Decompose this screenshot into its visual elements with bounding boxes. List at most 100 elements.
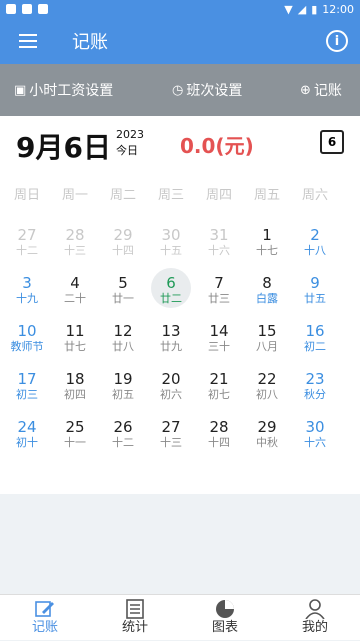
hourly-wage-settings-button[interactable]: ▣ 小时工资设置 [14, 80, 113, 100]
date-summary: 9月6日 2023 今日 0.0(元) 6 [0, 116, 360, 174]
lunar-date: 初四 [64, 388, 86, 401]
file-notification-icon [22, 4, 32, 14]
calendar-day[interactable]: 3 十九 [3, 268, 51, 314]
day-number: 30 [305, 418, 325, 436]
signal-icon: ◢ [297, 2, 307, 16]
day-number: 20 [161, 370, 181, 388]
lunar-date: 廿二 [160, 292, 182, 305]
clock-icon: ◷ [172, 82, 184, 98]
day-number: 27 [17, 226, 37, 244]
lunar-date: 廿七 [64, 340, 86, 353]
calendar-day[interactable]: 26 十二 [99, 412, 147, 458]
tab-label: 记账 [31, 620, 58, 635]
calendar-day[interactable]: 29 中秋 [243, 412, 291, 458]
lunar-date: 初六 [160, 388, 182, 401]
day-number: 15 [257, 322, 277, 340]
lunar-date: 廿九 [160, 340, 182, 353]
calendar-day[interactable]: 23 秋分 [291, 364, 339, 410]
calendar-day[interactable]: 30 十五 [147, 220, 195, 266]
lunar-date: 秋分 [304, 388, 326, 401]
lunar-date: 初七 [208, 388, 230, 401]
calendar-day[interactable]: 31 十六 [195, 220, 243, 266]
calendar-day[interactable]: 8 白露 [243, 268, 291, 314]
calendar-day[interactable]: 15 八月 [243, 316, 291, 362]
today-label: 今日 [116, 144, 138, 157]
weekday-header: 周日 周一 周二 周三 周四 周五 周六 [0, 174, 360, 214]
calendar-today-icon[interactable]: 6 [320, 130, 344, 154]
calendar-day[interactable]: 9 廿五 [291, 268, 339, 314]
tab-record[interactable]: 记账 [0, 595, 90, 641]
record-button[interactable]: ⊕ 记账 [300, 80, 342, 100]
lunar-date: 十四 [208, 436, 230, 449]
weekday-label: 周一 [61, 188, 88, 203]
lunar-date: 初二 [304, 340, 326, 353]
day-number: 31 [209, 226, 229, 244]
weekday-label: 周二 [109, 188, 136, 203]
tab-stats[interactable]: 统计 [90, 595, 180, 641]
calendar-day[interactable]: 10 教师节 [3, 316, 51, 362]
calendar-day[interactable]: 2 十八 [291, 220, 339, 266]
page-title: 记账 [72, 32, 108, 53]
day-number: 25 [65, 418, 85, 436]
info-icon[interactable]: i [326, 30, 348, 52]
menu-icon[interactable] [0, 18, 56, 64]
person-icon [304, 599, 326, 620]
day-number: 14 [209, 322, 229, 340]
lunar-date: 十八 [304, 244, 326, 257]
calendar-day[interactable]: 28 十三 [51, 220, 99, 266]
record-label: 记账 [313, 83, 342, 99]
calendar-day[interactable]: 6 廿二 [147, 268, 195, 314]
calendar-day[interactable]: 12 廿八 [99, 316, 147, 362]
day-number: 24 [17, 418, 37, 436]
day-number: 6 [166, 274, 176, 292]
calendar-day[interactable]: 19 初五 [99, 364, 147, 410]
wifi-icon: ▼ [284, 2, 293, 16]
lunar-date: 十一 [64, 436, 86, 449]
calendar-day[interactable]: 28 十四 [195, 412, 243, 458]
calendar-day[interactable]: 25 十一 [51, 412, 99, 458]
calendar-day[interactable]: 27 十三 [147, 412, 195, 458]
lunar-date: 廿五 [304, 292, 326, 305]
lunar-date: 白露 [256, 292, 278, 305]
day-number: 27 [161, 418, 181, 436]
day-number: 29 [257, 418, 277, 436]
tab-chart[interactable]: 图表 [180, 595, 270, 641]
calendar-day[interactable]: 30 十六 [291, 412, 339, 458]
shift-settings-label: 班次设置 [186, 83, 243, 99]
lunar-date: 教师节 [10, 340, 44, 353]
calendar-day[interactable]: 14 三十 [195, 316, 243, 362]
status-bar: ▼ ◢ ▮ 12:00 [0, 0, 360, 18]
calendar-day[interactable]: 24 初十 [3, 412, 51, 458]
day-number: 28 [65, 226, 85, 244]
calendar-day[interactable]: 27 十二 [3, 220, 51, 266]
calendar-day[interactable]: 7 廿三 [195, 268, 243, 314]
day-number: 16 [305, 322, 325, 340]
calendar-day[interactable]: 4 二十 [51, 268, 99, 314]
weekday-label: 周五 [253, 188, 280, 203]
calendar-day[interactable]: 29 十四 [99, 220, 147, 266]
calendar-day[interactable]: 16 初二 [291, 316, 339, 362]
list-icon [124, 599, 146, 619]
app-notification-icon [38, 4, 48, 14]
shift-settings-button[interactable]: ◷ 班次设置 [172, 80, 242, 100]
calendar-day[interactable]: 5 廿一 [99, 268, 147, 314]
day-number: 11 [65, 322, 85, 340]
wage-settings-icon: ▣ [14, 82, 27, 98]
calendar-day[interactable]: 11 廿七 [51, 316, 99, 362]
calendar-day[interactable]: 18 初四 [51, 364, 99, 410]
calendar-day[interactable]: 21 初七 [195, 364, 243, 410]
day-number: 12 [113, 322, 133, 340]
weekday-label: 周三 [157, 188, 184, 203]
calendar-day[interactable]: 17 初三 [3, 364, 51, 410]
calendar-day[interactable]: 1 十七 [243, 220, 291, 266]
day-number: 30 [161, 226, 181, 244]
app-bar: 记账 i [0, 18, 360, 64]
tab-mine[interactable]: 我的 [270, 595, 360, 641]
lunar-date: 初十 [16, 436, 38, 449]
lunar-date: 十六 [304, 436, 326, 449]
calendar-day[interactable]: 22 初八 [243, 364, 291, 410]
day-number: 19 [113, 370, 133, 388]
day-number: 26 [113, 418, 133, 436]
calendar-day[interactable]: 20 初六 [147, 364, 195, 410]
calendar-day[interactable]: 13 廿九 [147, 316, 195, 362]
